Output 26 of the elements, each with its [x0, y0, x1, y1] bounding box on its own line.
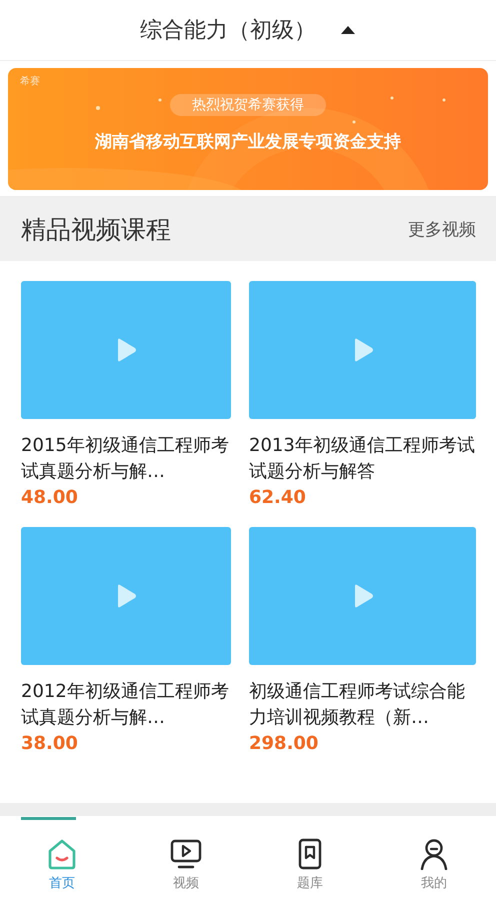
course-title[interactable]: 2012年初级通信工程师考试真题分析与解…: [21, 679, 231, 731]
course-title[interactable]: 初级通信工程师考试综合能力培训视频教程（新…: [249, 679, 476, 731]
course-price: 48.00: [21, 486, 79, 510]
more-link[interactable]: 更多视频: [408, 218, 476, 240]
video-thumbnail[interactable]: [21, 281, 231, 419]
video-icon: [170, 838, 202, 870]
nav-tab[interactable]: 题库: [248, 820, 372, 900]
category-dropdown[interactable]: 综合能力（初级）: [132, 11, 364, 49]
nav-tab[interactable]: 视频: [124, 820, 248, 900]
section-title: 精品视频课程: [21, 214, 171, 246]
play-icon: [115, 338, 137, 362]
nav-tab[interactable]: 我的: [372, 820, 496, 900]
video-thumbnail[interactable]: [249, 281, 476, 419]
banner-pill: 热烈祝贺希赛获得: [170, 94, 326, 116]
course-title[interactable]: 2013年初级通信工程师考试试题分析与解答: [249, 433, 476, 485]
course-title[interactable]: 2015年初级通信工程师考试真题分析与解…: [21, 433, 231, 485]
nav-tab[interactable]: 首页: [0, 820, 124, 900]
banner-headline: 湖南省移动互联网产业发展专项资金支持: [95, 131, 401, 153]
course-price: 38.00: [21, 732, 79, 756]
logo-text: 希赛: [20, 74, 40, 88]
video-thumbnail[interactable]: [21, 527, 231, 665]
course-price: 298.00: [249, 732, 320, 756]
play-icon: [115, 584, 137, 608]
home-icon: [46, 838, 78, 870]
video-thumbnail[interactable]: [249, 527, 476, 665]
course-price: 62.40: [249, 486, 307, 510]
